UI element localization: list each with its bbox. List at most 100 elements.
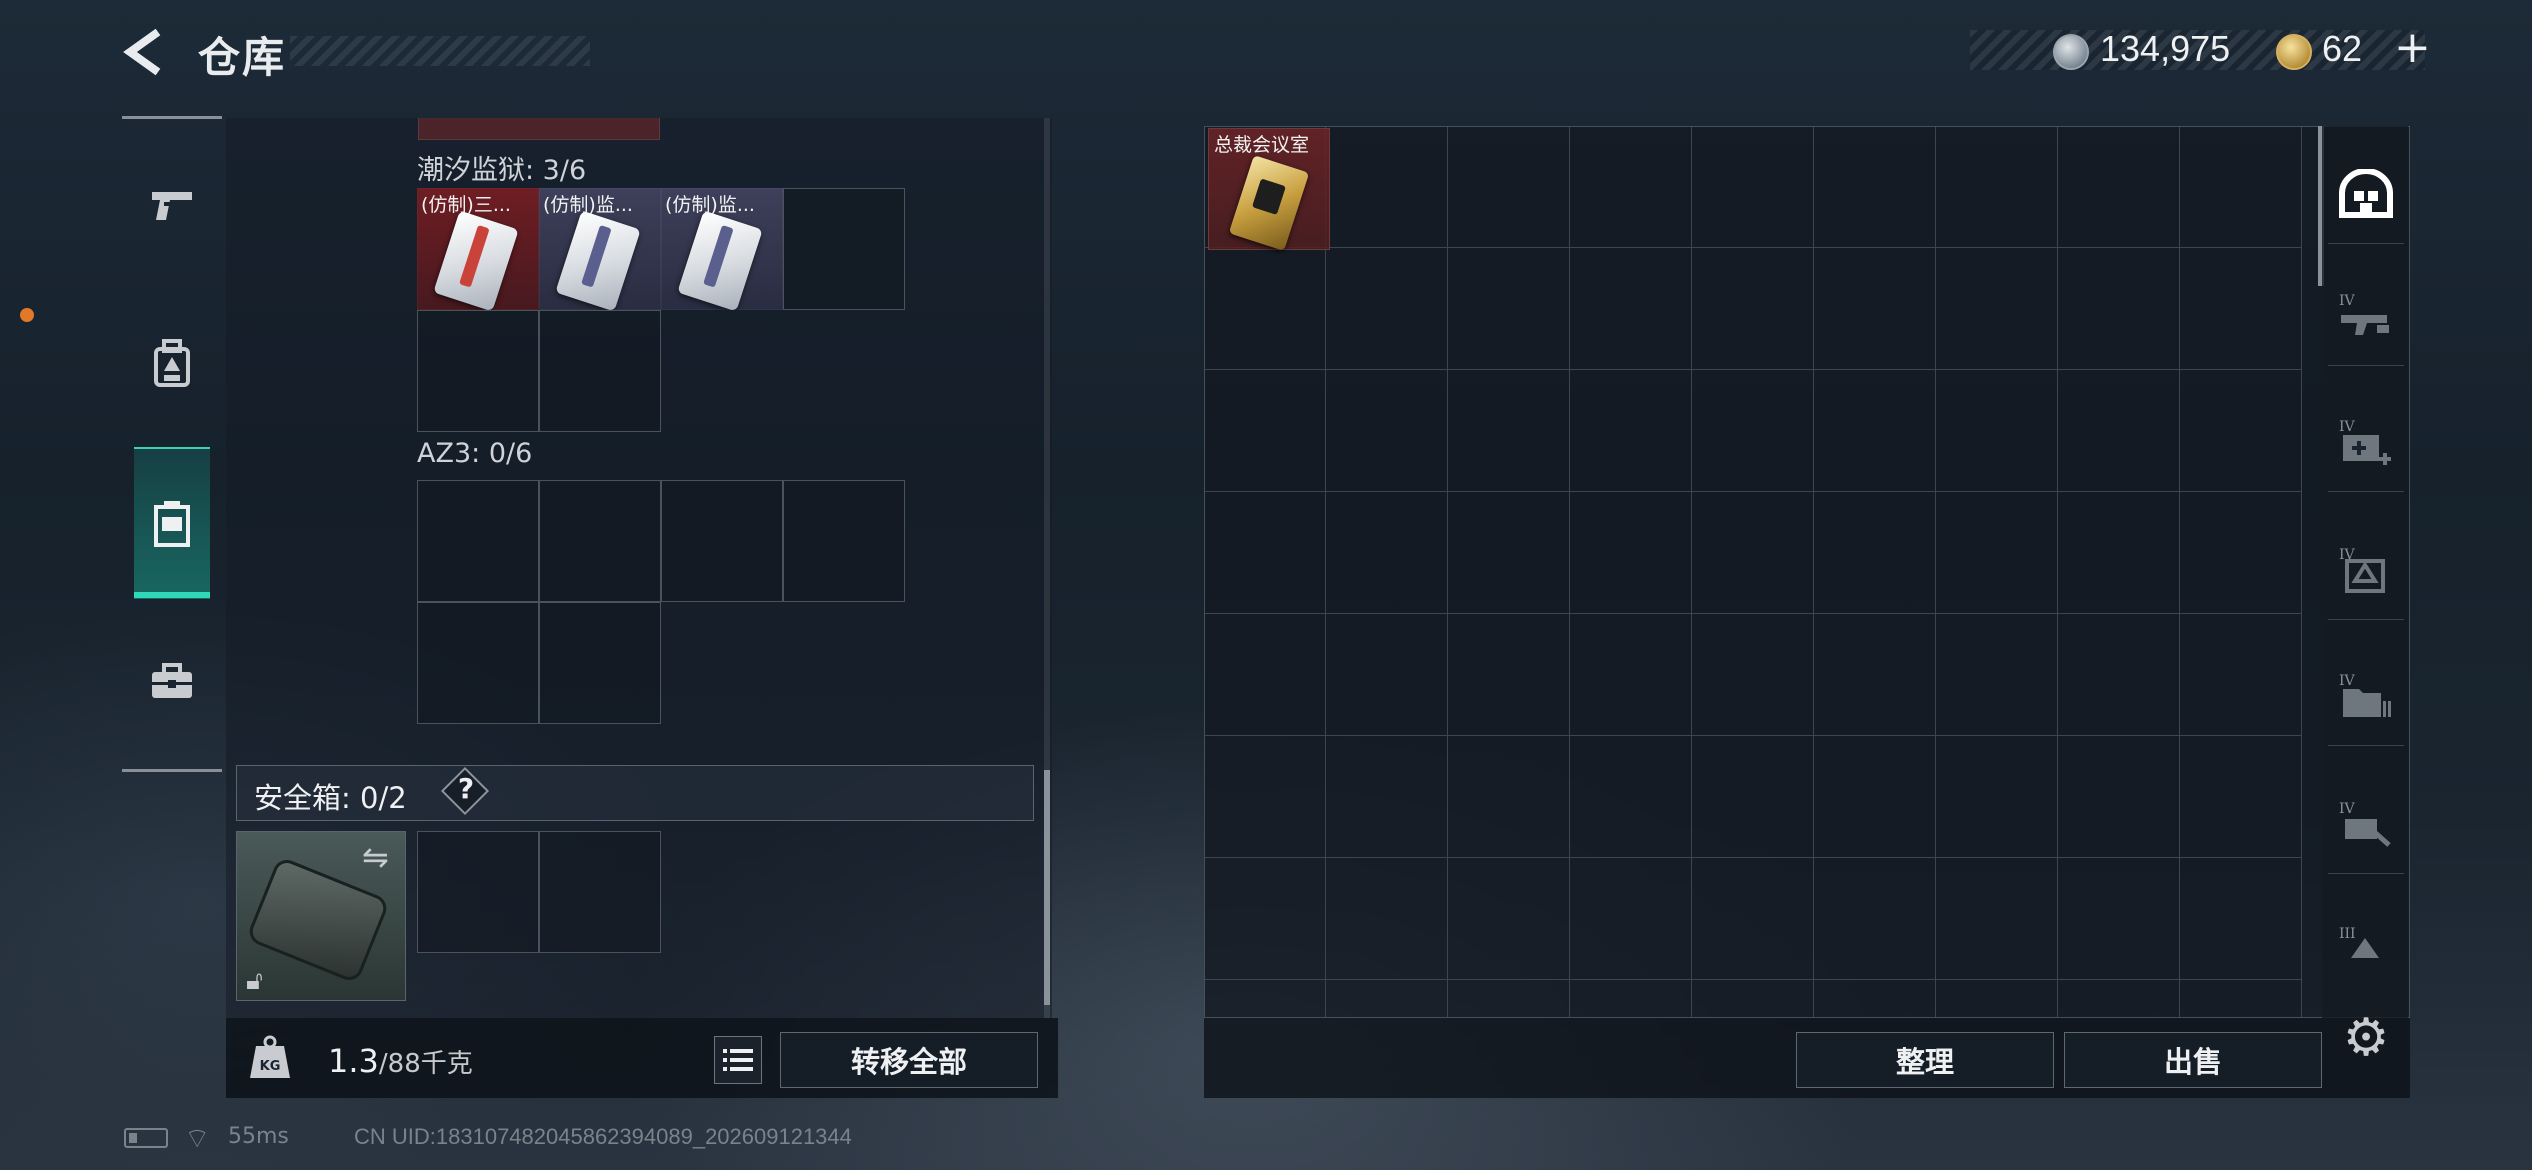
storage-grid-cell[interactable] xyxy=(1570,980,1692,1017)
storage-grid-cell[interactable] xyxy=(2058,858,2180,980)
storage-grid-cell[interactable] xyxy=(1326,614,1448,736)
grid-cell[interactable] xyxy=(539,602,661,724)
storage-grid-cell[interactable] xyxy=(2180,127,2302,248)
storage-grid-cell[interactable] xyxy=(1570,736,1692,858)
nav-equipment[interactable] xyxy=(134,326,210,402)
storage-grid-cell[interactable] xyxy=(1205,980,1326,1017)
storage-grid-cell[interactable] xyxy=(2180,492,2302,614)
storage-grid-cell[interactable] xyxy=(1692,614,1814,736)
storage-grid-cell[interactable] xyxy=(1814,127,1936,248)
storage-grid-cell[interactable] xyxy=(1936,858,2058,980)
nav-tools[interactable] xyxy=(134,644,210,720)
storage-grid-cell[interactable] xyxy=(1692,736,1814,858)
storage-grid-cell[interactable] xyxy=(1814,370,1936,492)
grid-cell[interactable] xyxy=(539,310,661,432)
storage-grid-cell[interactable] xyxy=(1814,248,1936,370)
storage-grid-cell[interactable] xyxy=(1326,980,1448,1017)
storage-grid-cell[interactable] xyxy=(1448,370,1570,492)
storage-grid-cell[interactable] xyxy=(2058,370,2180,492)
grid-cell[interactable] xyxy=(783,480,905,602)
transfer-all-button[interactable]: 转移全部 xyxy=(780,1032,1038,1088)
storage-grid-cell[interactable] xyxy=(1448,980,1570,1017)
storage-grid-cell[interactable] xyxy=(1814,736,1936,858)
grid-cell[interactable] xyxy=(661,480,783,602)
storage-grid-cell[interactable] xyxy=(1326,127,1448,248)
grid-cell[interactable] xyxy=(539,480,661,602)
storage-grid-cell[interactable] xyxy=(1570,370,1692,492)
grid-cell[interactable] xyxy=(417,310,539,432)
storage-grid-cell[interactable] xyxy=(1936,248,2058,370)
storage-grid-cell[interactable] xyxy=(1692,858,1814,980)
storage-grid-cell[interactable] xyxy=(1936,736,2058,858)
storage-grid-cell[interactable] xyxy=(1205,370,1326,492)
storage-grid-cell[interactable] xyxy=(2180,248,2302,370)
list-view-button[interactable] xyxy=(714,1036,762,1084)
storage-grid-cell[interactable] xyxy=(2058,614,2180,736)
storage-grid-cell[interactable] xyxy=(1692,492,1814,614)
storage-grid-cell[interactable] xyxy=(1936,492,2058,614)
rail-item-all[interactable] xyxy=(2328,144,2404,244)
rail-item-documents[interactable]: IV xyxy=(2328,646,2404,746)
storage-grid-cell[interactable] xyxy=(1936,370,2058,492)
storage-grid-cell[interactable] xyxy=(2058,492,2180,614)
backpack-scrollbar-thumb[interactable] xyxy=(1044,770,1050,1005)
settings-gear-icon[interactable]: ⚙ xyxy=(2338,1010,2394,1066)
storage-grid-cell[interactable] xyxy=(1448,736,1570,858)
storage-grid-cell[interactable] xyxy=(1814,614,1936,736)
storage-grid-cell[interactable] xyxy=(2180,614,2302,736)
safe-box-slot[interactable] xyxy=(539,831,661,953)
storage-grid-cell[interactable] xyxy=(1205,492,1326,614)
storage-grid-cell[interactable] xyxy=(2058,736,2180,858)
sell-button[interactable]: 出售 xyxy=(2064,1032,2322,1088)
storage-grid-cell[interactable] xyxy=(1448,858,1570,980)
storage-grid-cell[interactable] xyxy=(1814,858,1936,980)
storage-grid-cell[interactable] xyxy=(1692,127,1814,248)
storage-grid-cell[interactable] xyxy=(1814,980,1936,1017)
inventory-item[interactable]: (仿制)三... xyxy=(417,188,539,310)
nav-weapons[interactable] xyxy=(134,168,210,244)
storage-grid-cell[interactable] xyxy=(1448,492,1570,614)
partial-item[interactable] xyxy=(418,118,660,140)
storage-grid-cell[interactable] xyxy=(1692,980,1814,1017)
storage-grid-cell[interactable] xyxy=(2180,370,2302,492)
swap-icon[interactable]: ⇋ xyxy=(362,838,389,876)
grid-cell[interactable] xyxy=(417,602,539,724)
nav-storage[interactable] xyxy=(134,486,210,562)
storage-grid-cell[interactable] xyxy=(1326,736,1448,858)
storage-grid-cell[interactable] xyxy=(1936,127,2058,248)
storage-grid-cell[interactable] xyxy=(1448,614,1570,736)
grid-cell[interactable] xyxy=(417,480,539,602)
storage-grid-cell[interactable] xyxy=(1326,370,1448,492)
storage-grid-cell[interactable] xyxy=(2180,858,2302,980)
safe-box-slot[interactable] xyxy=(417,831,539,953)
storage-grid-cell[interactable] xyxy=(1692,248,1814,370)
storage-grid-cell[interactable] xyxy=(1448,248,1570,370)
storage-grid-cell[interactable] xyxy=(2180,980,2302,1017)
storage-grid-cell[interactable] xyxy=(1692,370,1814,492)
inventory-item[interactable]: (仿制)监... xyxy=(539,188,661,310)
storage-grid-cell[interactable] xyxy=(1205,248,1326,370)
storage-grid-cell[interactable] xyxy=(1326,858,1448,980)
storage-grid-cell[interactable] xyxy=(1205,858,1326,980)
storage-grid-cell[interactable] xyxy=(1570,858,1692,980)
storage-grid-cell[interactable] xyxy=(2180,736,2302,858)
storage-grid-cell[interactable] xyxy=(1326,248,1448,370)
rail-item-misc[interactable]: III xyxy=(2328,904,2404,984)
grid-cell[interactable] xyxy=(783,188,905,310)
rail-item-weapons[interactable]: IV xyxy=(2328,266,2404,366)
storage-grid[interactable] xyxy=(1204,126,2410,1018)
storage-grid-cell[interactable] xyxy=(1326,492,1448,614)
storage-grid-cell[interactable] xyxy=(2058,127,2180,248)
rail-item-tools[interactable]: IV xyxy=(2328,774,2404,874)
back-button[interactable] xyxy=(120,26,172,78)
storage-grid-cell[interactable] xyxy=(1936,614,2058,736)
sort-button[interactable]: 整理 xyxy=(1796,1032,2054,1088)
storage-grid-cell[interactable] xyxy=(1448,127,1570,248)
rail-item-containers[interactable]: IV xyxy=(2328,520,2404,620)
storage-grid-cell[interactable] xyxy=(2058,248,2180,370)
add-currency-button[interactable]: + xyxy=(2394,22,2431,73)
storage-grid-cell[interactable] xyxy=(1570,492,1692,614)
storage-grid-cell[interactable] xyxy=(2058,980,2180,1017)
storage-grid-cell[interactable] xyxy=(1570,127,1692,248)
storage-grid-cell[interactable] xyxy=(1205,736,1326,858)
